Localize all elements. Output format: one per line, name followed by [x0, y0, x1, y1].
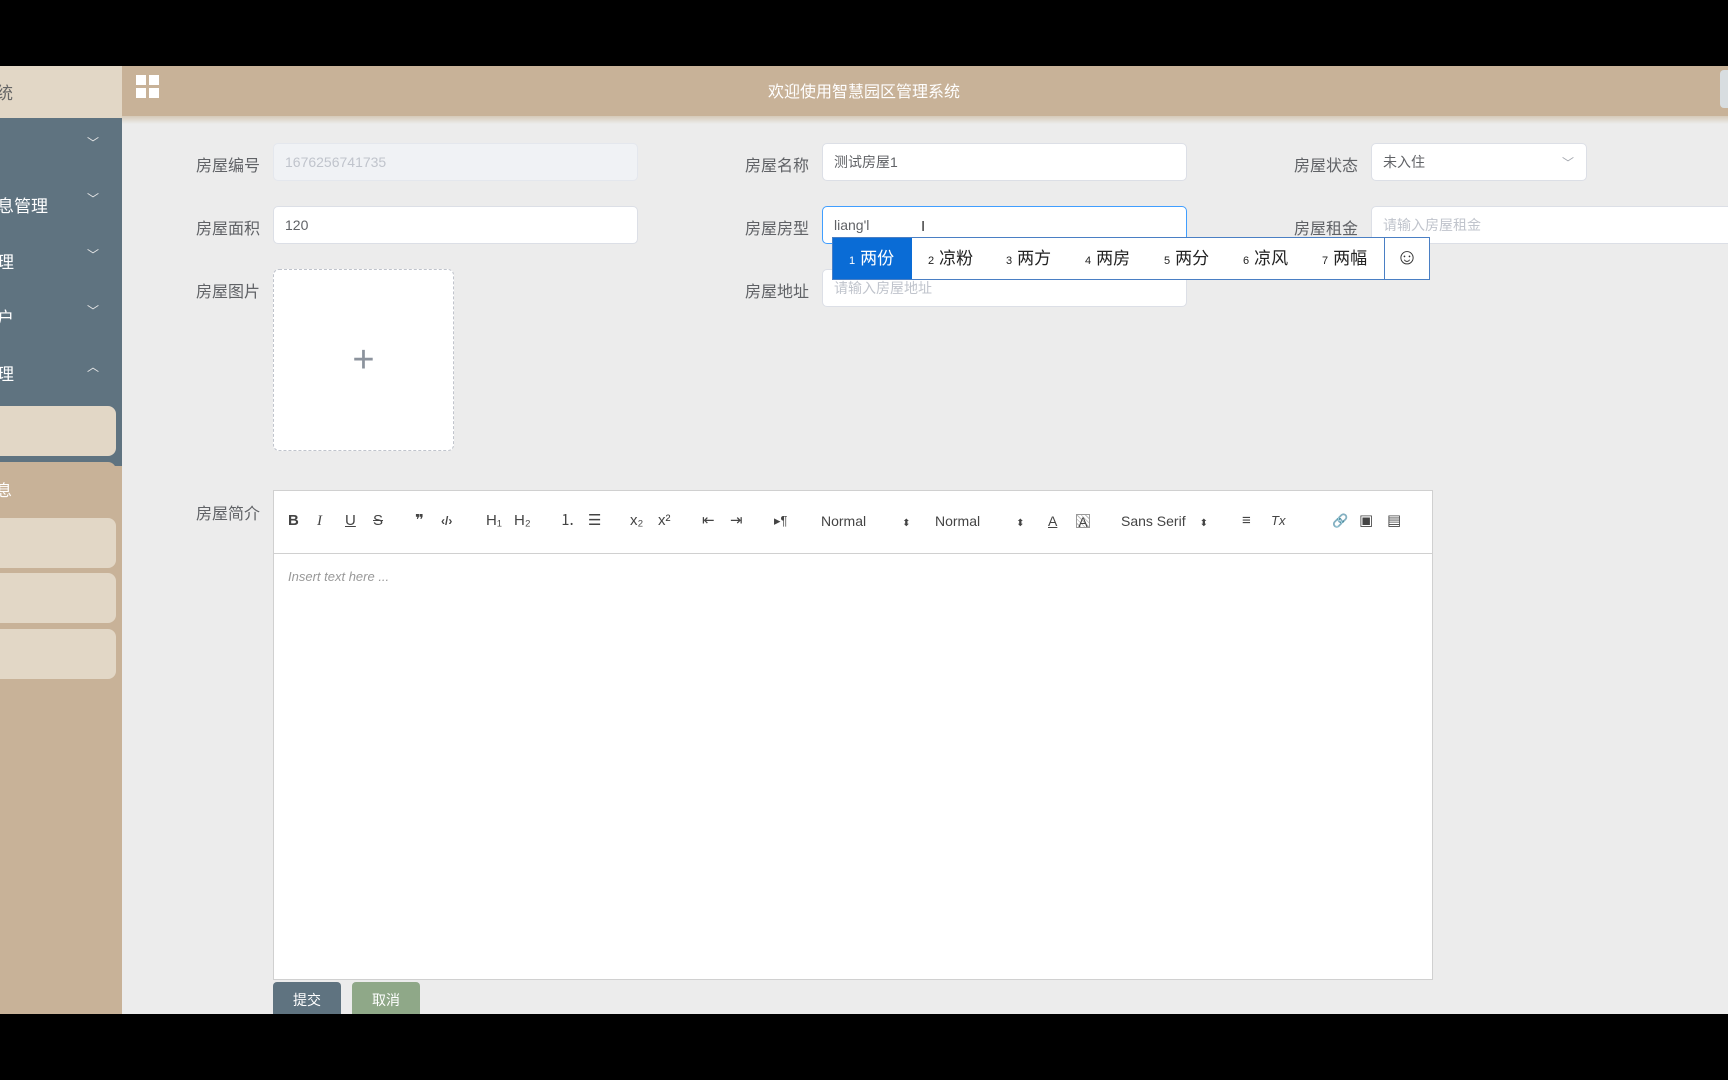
sidebar-sub-item-1[interactable] — [0, 406, 116, 456]
cancel-button[interactable]: 取消 — [352, 982, 420, 1014]
align-icon[interactable]: ≡ — [1242, 511, 1251, 531]
ime-candidate[interactable]: 1 两份 — [833, 238, 912, 279]
outdent-icon[interactable]: ⇤ — [702, 511, 715, 531]
ime-candidate[interactable]: 6 凉风 — [1243, 238, 1288, 279]
ordered-list-icon[interactable]: ⒈ — [560, 511, 575, 531]
rich-text-editor: B I U S ❞ ‹/› H₁ H₂ ⒈ ☰ x₂ x² ⇤ ⇥ ▸¶ Nor… — [273, 490, 1433, 980]
strikethrough-icon[interactable]: S — [373, 511, 383, 531]
size-select[interactable]: Normal ⬍ — [821, 511, 911, 531]
sidebar-menu-item-4[interactable]: 户 ﹀ — [0, 286, 122, 342]
app-title: 欢迎使用智慧园区管理系统 — [767, 84, 960, 101]
text-cursor-icon: I — [921, 218, 926, 235]
house-no-label: 房屋编号 — [196, 158, 261, 175]
text-direction-icon[interactable]: ▸¶ — [774, 511, 788, 531]
house-area-input[interactable] — [273, 206, 638, 244]
ime-separator — [1384, 238, 1385, 279]
ime-candidate[interactable]: 4 两房 — [1085, 238, 1130, 279]
blockquote-icon[interactable]: ❞ — [415, 511, 424, 531]
sidebar-menu-label: 理 — [0, 365, 14, 384]
chevron-down-icon: ﹀ — [87, 304, 100, 318]
superscript-icon[interactable]: x² — [658, 511, 671, 531]
ime-candidate[interactable]: 2 凉粉 — [928, 238, 973, 279]
chevron-down-icon: ﹀ — [1562, 156, 1575, 170]
h2-icon[interactable]: H₂ — [514, 511, 531, 531]
subscript-icon[interactable]: x₂ — [630, 511, 643, 531]
sidebar-menu-item-1[interactable]: ﹀ — [0, 118, 122, 174]
sidebar-sub-item-3[interactable] — [0, 518, 116, 568]
house-rent-label: 房屋租金 — [1294, 221, 1359, 238]
sidebar-sub-item-4[interactable] — [0, 573, 116, 623]
sidebar-logo: 统 — [0, 66, 122, 118]
sidebar-menu-label: 息管理 — [0, 197, 48, 216]
italic-icon[interactable]: I — [317, 511, 322, 531]
video-icon[interactable]: ▤ — [1387, 511, 1401, 531]
code-icon[interactable]: ‹/› — [441, 511, 452, 531]
app-screen: 统 ﹀ 息管理 ﹀ 理 ﹀ 户 ﹀ 理 ︿ 息 欢迎使用智慧园区管理系统 房屋编… — [0, 66, 1728, 1014]
sidebar-sub-item-5[interactable] — [0, 629, 116, 679]
text-color-icon[interactable]: A — [1048, 511, 1057, 531]
house-area-label: 房屋面积 — [196, 221, 261, 238]
house-name-label: 房屋名称 — [745, 158, 810, 175]
background-color-icon[interactable]: A — [1076, 514, 1090, 529]
house-address-label: 房屋地址 — [745, 284, 810, 301]
underline-icon[interactable]: U — [345, 511, 356, 531]
emoji-icon[interactable]: ☺ — [1395, 245, 1419, 269]
top-header: 欢迎使用智慧园区管理系统 — [122, 66, 1728, 116]
editor-toolbar: B I U S ❞ ‹/› H₁ H₂ ⒈ ☰ x₂ x² ⇤ ⇥ ▸¶ Nor… — [274, 491, 1432, 554]
header-shadow — [122, 116, 1728, 124]
sidebar-menu-item-5[interactable]: 理 ︿ — [0, 342, 122, 398]
chevron-up-icon: ︿ — [87, 360, 100, 374]
image-icon[interactable]: ▣ — [1359, 511, 1373, 531]
chevron-down-icon: ﹀ — [87, 248, 100, 262]
header-select[interactable]: Normal ⬍ — [935, 511, 1025, 531]
sidebar-logo-text: 统 — [0, 84, 13, 103]
editor-placeholder[interactable]: Insert text here ... — [288, 569, 389, 584]
clear-format-icon[interactable]: Tx — [1271, 511, 1285, 531]
sidebar-sub-item-2[interactable]: 息 — [0, 462, 116, 512]
header-avatar[interactable] — [1720, 70, 1728, 108]
sidebar-sub-label: 息 — [0, 483, 13, 500]
house-intro-label: 房屋简介 — [196, 506, 261, 523]
h1-icon[interactable]: H₁ — [486, 511, 502, 531]
submit-button[interactable]: 提交 — [273, 982, 341, 1014]
ime-candidate-bar: 1 两份 2 凉粉 3 两方 4 两房 5 两分 6 凉风 7 两幅 ☺ — [832, 237, 1430, 280]
chevron-down-icon: ﹀ — [87, 192, 100, 206]
sidebar-menu-label: 理 — [0, 253, 14, 272]
house-no-input — [273, 143, 638, 181]
house-image-label: 房屋图片 — [196, 284, 261, 301]
link-icon[interactable]: 🔗 — [1332, 511, 1348, 531]
image-upload[interactable]: + — [273, 269, 454, 451]
bullet-list-icon[interactable]: ☰ — [588, 511, 601, 531]
sidebar: 统 ﹀ 息管理 ﹀ 理 ﹀ 户 ﹀ 理 ︿ 息 — [0, 66, 122, 1014]
sidebar-menu-label: 户 — [0, 309, 14, 328]
house-name-input[interactable] — [822, 143, 1187, 181]
indent-icon[interactable]: ⇥ — [730, 511, 743, 531]
sidebar-menu-item-3[interactable]: 理 ﹀ — [0, 230, 122, 286]
chevron-down-icon: ﹀ — [87, 136, 100, 150]
ime-candidate[interactable]: 3 两方 — [1006, 238, 1051, 279]
font-select[interactable]: Sans Serif ⬍ — [1121, 511, 1208, 531]
house-status-select[interactable] — [1371, 143, 1587, 181]
plus-icon: + — [352, 339, 375, 381]
ime-candidate[interactable]: 5 两分 — [1164, 238, 1209, 279]
sidebar-menu-item-2[interactable]: 息管理 ﹀ — [0, 174, 122, 230]
bold-icon[interactable]: B — [288, 511, 299, 531]
house-type-label: 房屋房型 — [745, 221, 810, 238]
house-status-label: 房屋状态 — [1294, 158, 1359, 175]
ime-candidate[interactable]: 7 两幅 — [1322, 238, 1367, 279]
